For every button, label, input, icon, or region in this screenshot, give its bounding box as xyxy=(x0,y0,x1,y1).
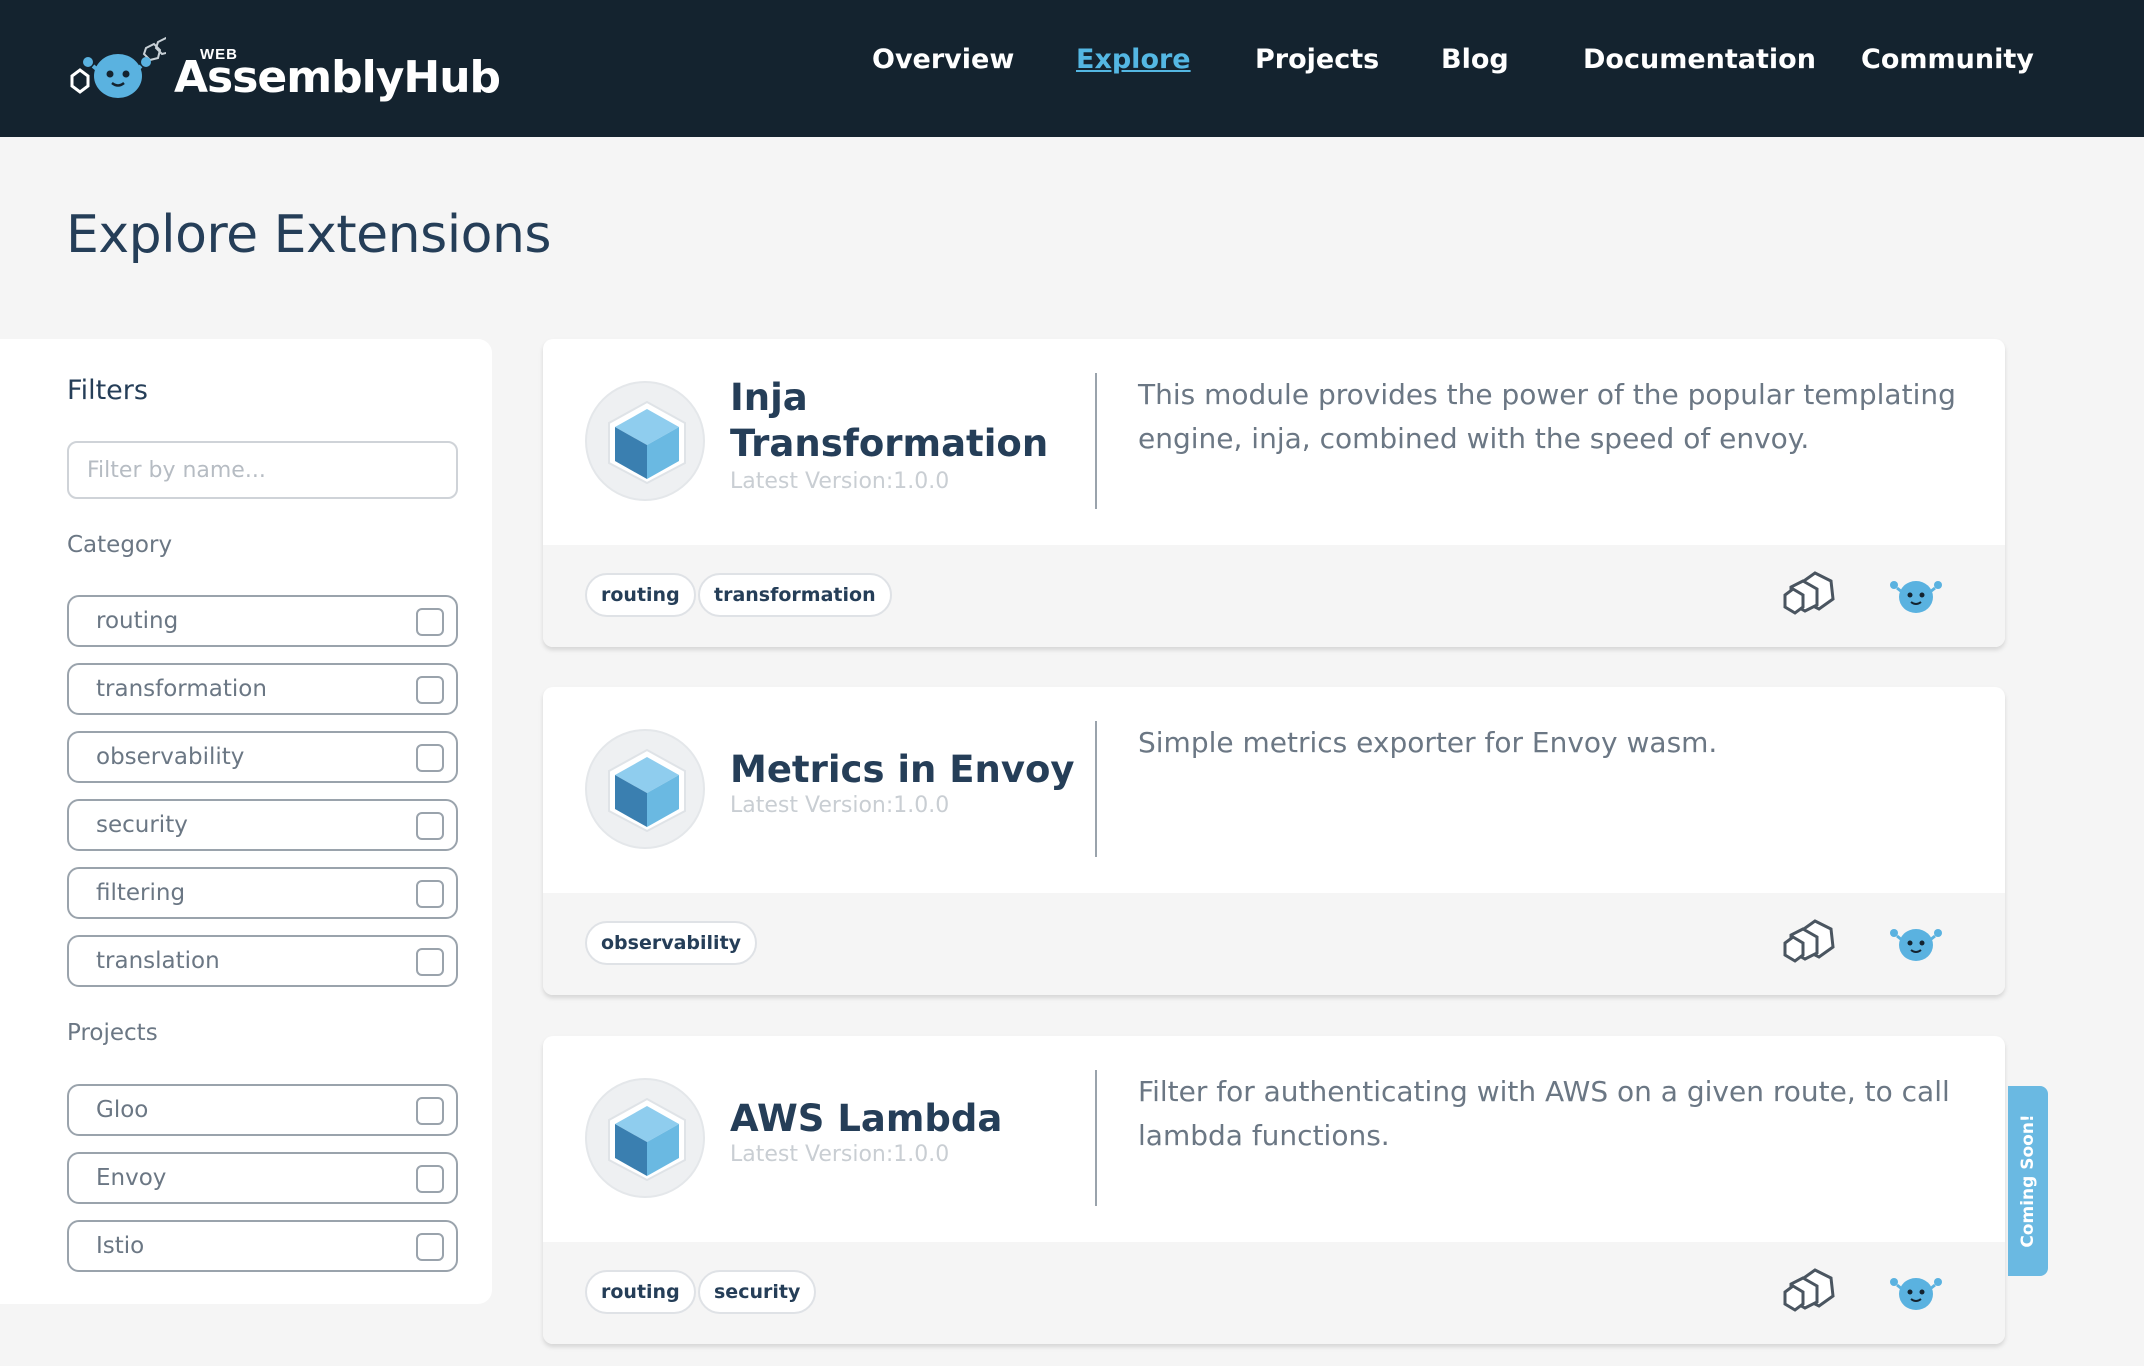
card-footer: observability xyxy=(543,893,2005,995)
checkbox[interactable] xyxy=(416,1165,444,1193)
checkbox[interactable] xyxy=(416,744,444,772)
card-footer: routing transformation xyxy=(543,545,2005,647)
extension-avatar xyxy=(585,1078,705,1198)
envoy-hexagons-icon[interactable] xyxy=(1781,569,1841,619)
main-nav: Overview Explore Projects Blog Documenta… xyxy=(0,44,2144,80)
checkbox[interactable] xyxy=(416,1097,444,1125)
checkbox[interactable] xyxy=(416,948,444,976)
coming-soon-label: Coming Soon! xyxy=(2018,1114,2038,1248)
category-filter-security[interactable]: security xyxy=(67,799,458,851)
envoy-hexagons-icon[interactable] xyxy=(1781,1266,1841,1316)
filter-by-name-input[interactable] xyxy=(67,441,458,499)
project-filter-gloo[interactable]: Gloo xyxy=(67,1084,458,1136)
filter-label: Istio xyxy=(96,1233,145,1259)
tag[interactable]: routing xyxy=(585,573,696,617)
envoy-hexagons-icon[interactable] xyxy=(1781,917,1841,967)
category-filter-filtering[interactable]: filtering xyxy=(67,867,458,919)
extension-description: Filter for authenticating with AWS on a … xyxy=(1138,1075,1950,1152)
extension-version: Latest Version:1.0.0 xyxy=(730,1142,950,1167)
category-filter-translation[interactable]: translation xyxy=(67,935,458,987)
nav-documentation[interactable]: Documentation xyxy=(1583,44,1816,75)
category-filter-transformation[interactable]: transformation xyxy=(67,663,458,715)
extension-card[interactable]: AWS Lambda Latest Version:1.0.0 Filter f… xyxy=(543,1036,2005,1344)
nav-explore[interactable]: Explore xyxy=(1076,44,1191,75)
coming-soon-tab[interactable]: Coming Soon! xyxy=(2008,1086,2048,1276)
extension-name[interactable]: Metrics in Envoy xyxy=(730,747,1075,793)
checkbox[interactable] xyxy=(416,676,444,704)
wasm-mascot-icon[interactable] xyxy=(1888,1266,1944,1316)
page-title: Explore Extensions xyxy=(66,205,552,265)
tag[interactable]: security xyxy=(698,1270,817,1314)
nav-projects[interactable]: Projects xyxy=(1255,44,1379,75)
wasm-mascot-icon[interactable] xyxy=(1888,917,1944,967)
filter-label: Gloo xyxy=(96,1097,149,1123)
extension-version: Latest Version:1.0.0 xyxy=(730,469,950,494)
nav-community[interactable]: Community xyxy=(1861,44,2034,75)
cube-icon xyxy=(608,1097,686,1182)
nav-overview[interactable]: Overview xyxy=(872,44,1014,75)
divider xyxy=(1095,721,1097,857)
checkbox[interactable] xyxy=(416,1233,444,1261)
extension-card[interactable]: Metrics in Envoy Latest Version:1.0.0 Si… xyxy=(543,687,2005,995)
category-filter-routing[interactable]: routing xyxy=(67,595,458,647)
checkbox[interactable] xyxy=(416,608,444,636)
category-heading: Category xyxy=(67,532,173,558)
tag[interactable]: routing xyxy=(585,1270,696,1314)
filter-label: translation xyxy=(96,948,220,974)
divider xyxy=(1095,1070,1097,1206)
cube-icon xyxy=(608,748,686,833)
extension-description: Simple metrics exporter for Envoy wasm. xyxy=(1138,726,1718,759)
extension-description: This module provides the power of the po… xyxy=(1138,378,1956,455)
extension-avatar xyxy=(585,381,705,501)
filters-heading: Filters xyxy=(67,375,148,406)
filter-label: Envoy xyxy=(96,1165,167,1191)
wasm-mascot-icon[interactable] xyxy=(1888,569,1944,619)
top-navigation-bar: WEB AssemblyHub Overview Explore Project… xyxy=(0,0,2144,137)
category-filter-observability[interactable]: observability xyxy=(67,731,458,783)
extension-card[interactable]: Inja Transformation Latest Version:1.0.0… xyxy=(543,339,2005,647)
extension-version: Latest Version:1.0.0 xyxy=(730,793,950,818)
filter-label: observability xyxy=(96,744,245,770)
extension-name-line1[interactable]: Inja xyxy=(730,375,808,421)
nav-blog[interactable]: Blog xyxy=(1441,44,1509,75)
projects-heading: Projects xyxy=(67,1020,158,1046)
cube-icon xyxy=(608,400,686,485)
extension-name[interactable]: AWS Lambda xyxy=(730,1096,1002,1142)
project-filter-istio[interactable]: Istio xyxy=(67,1220,458,1272)
filter-label: filtering xyxy=(96,880,186,906)
tag[interactable]: transformation xyxy=(698,573,892,617)
checkbox[interactable] xyxy=(416,812,444,840)
project-filter-envoy[interactable]: Envoy xyxy=(67,1152,458,1204)
filters-sidebar: Filters Category routing transformation … xyxy=(0,339,492,1304)
filter-label: security xyxy=(96,812,188,838)
card-footer: routing security xyxy=(543,1242,2005,1344)
divider xyxy=(1095,373,1097,509)
extension-name-line2[interactable]: Transformation xyxy=(730,421,1048,467)
checkbox[interactable] xyxy=(416,880,444,908)
filter-label: transformation xyxy=(96,676,267,702)
tag[interactable]: observability xyxy=(585,921,758,965)
filter-label: routing xyxy=(96,608,179,634)
extension-avatar xyxy=(585,729,705,849)
